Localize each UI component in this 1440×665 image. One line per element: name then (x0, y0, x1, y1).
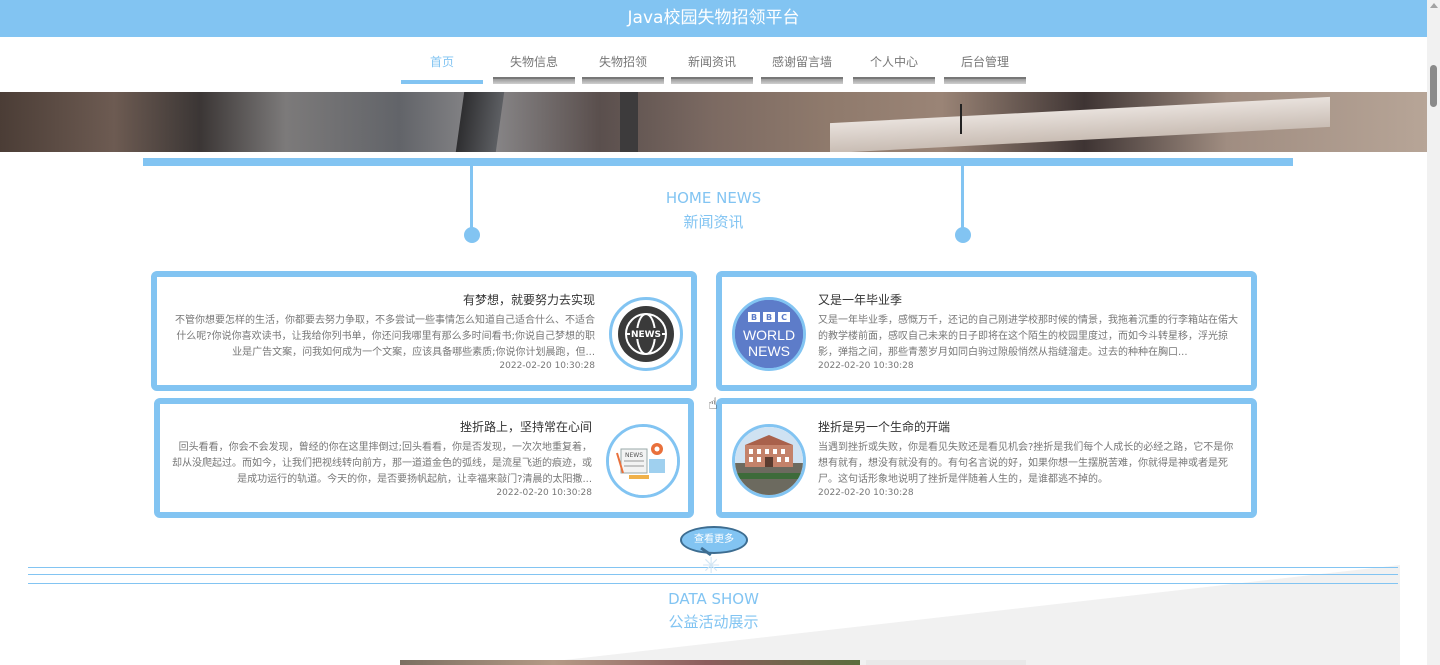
nav-item-thanks-wall[interactable]: 感谢留言墙 (761, 52, 843, 84)
news-card[interactable]: 挫折是另一个生命的开端 当遇到挫折或失败，你是看见失败还是看见机会?挫折是我们每… (716, 398, 1257, 518)
bbc-world-news-icon[interactable]: B B C WORLD NEWS (732, 297, 806, 371)
nav-item-profile[interactable]: 个人中心 (853, 52, 935, 84)
svg-text:NEWS: NEWS (625, 452, 643, 459)
svg-text:NEWS: NEWS (631, 330, 661, 340)
nav-item-label: 首页 (429, 55, 454, 69)
nav-item-label: 后台管理 (960, 55, 1009, 69)
nav-item-underline (671, 77, 753, 84)
page-scrollbar[interactable] (1427, 0, 1440, 665)
nav-item-underline (493, 77, 575, 84)
news-card[interactable]: B B C WORLD NEWS 又是一年毕业季 又是一年毕业季，感慨万千，还记… (716, 271, 1257, 391)
news-card-summary: 回头看看，你会不会发现，曾经的你在这里摔倒过;回头看看，你是否发现，一次次地重复… (172, 442, 592, 485)
news-card[interactable]: 挫折路上，坚持常在心间 回头看看，你会不会发现，曾经的你在这里摔倒过;回头看看，… (154, 398, 694, 518)
view-more-button[interactable]: 查看更多 (680, 526, 748, 554)
news-card-title[interactable]: 挫折是另一个生命的开端 (818, 418, 950, 435)
nav-item-underline (582, 77, 664, 84)
nav-item-label: 失物信息 (509, 55, 558, 69)
activity-card-edge (866, 660, 1026, 665)
svg-text:B: B (751, 313, 757, 322)
nav-item-label: 感谢留言墙 (771, 55, 832, 69)
svg-text:B: B (766, 313, 772, 322)
news-card-title[interactable]: 有梦想，就要努力去实现 (463, 291, 595, 308)
loading-spinner-icon: ✳ (702, 554, 721, 579)
news-card-date: 2022-02-20 10:30:28 (818, 361, 914, 371)
mouse-pointer-icon: ☝ (708, 394, 718, 413)
site-header: Java校园失物招领平台 (0, 0, 1427, 37)
news-globe-icon[interactable]: NEWS (609, 297, 683, 371)
news-card-summary: 不管你想要怎样的生活，你都要去努力争取，不多尝试一些事情怎么知道自己适合什么、不… (175, 315, 595, 358)
activity-image-strip (400, 660, 860, 665)
data-section-title-en: DATA SHOW (668, 590, 759, 608)
news-card-date: 2022-02-20 10:30:28 (496, 488, 592, 498)
scroll-up-arrow-icon[interactable] (1430, 3, 1438, 8)
news-card[interactable]: 有梦想，就要努力去实现 不管你想要怎样的生活，你都要去努力争取，不多尝试一些事情… (151, 271, 697, 391)
campus-building-icon[interactable] (732, 424, 806, 498)
nav-item-news[interactable]: 新闻资讯 (671, 52, 753, 84)
nav-item-admin[interactable]: 后台管理 (944, 52, 1026, 84)
hero-banner-image (0, 92, 1427, 152)
news-card-date: 2022-02-20 10:30:28 (818, 488, 914, 498)
svg-text:WORLD: WORLD (743, 327, 795, 343)
news-card-title[interactable]: 又是一年毕业季 (818, 291, 902, 308)
nav-item-underline (401, 80, 483, 84)
news-section-title-cn: 新闻资讯 (683, 213, 744, 231)
svg-text:NEWS: NEWS (748, 343, 790, 359)
scrollbar-thumb[interactable] (1430, 65, 1437, 107)
news-card-title[interactable]: 挫折路上，坚持常在心间 (460, 418, 592, 435)
nav-item-found-info[interactable]: 失物招领 (582, 52, 664, 84)
news-card-summary: 又是一年毕业季，感慨万千，还记的自己刚进学校那时候的情景，我拖着沉重的行李箱站在… (818, 315, 1238, 358)
news-card-date: 2022-02-20 10:30:28 (499, 361, 595, 371)
svg-text:C: C (781, 313, 787, 322)
news-card-summary: 当遇到挫折或失败，你是看见失败还是看见机会?挫折是我们每个人成长的必经之路，它不… (818, 442, 1234, 485)
data-section-title-cn: 公益活动展示 (668, 613, 759, 631)
nav-item-home[interactable]: 首页 (401, 52, 483, 84)
page: Java校园失物招领平台 首页 失物信息 失物招领 新闻资讯 感谢留言墙 个人中… (0, 0, 1440, 665)
divider-line (28, 583, 1398, 584)
nav-item-underline (853, 77, 935, 84)
nav-item-lost-info[interactable]: 失物信息 (493, 52, 575, 84)
section-divider (143, 158, 1293, 166)
site-title: Java校园失物招领平台 (627, 8, 800, 28)
nav-item-underline (944, 77, 1026, 84)
news-section-title-en: HOME NEWS (665, 189, 762, 207)
news-illustration-icon[interactable]: NEWS (606, 424, 680, 498)
nav-item-label: 新闻资讯 (687, 55, 736, 69)
nav-item-label: 失物招领 (598, 55, 647, 69)
nav-item-label: 个人中心 (869, 55, 918, 69)
main-nav: 首页 失物信息 失物招领 新闻资讯 感谢留言墙 个人中心 后台管理 (0, 37, 1427, 92)
nav-item-underline (761, 77, 843, 84)
